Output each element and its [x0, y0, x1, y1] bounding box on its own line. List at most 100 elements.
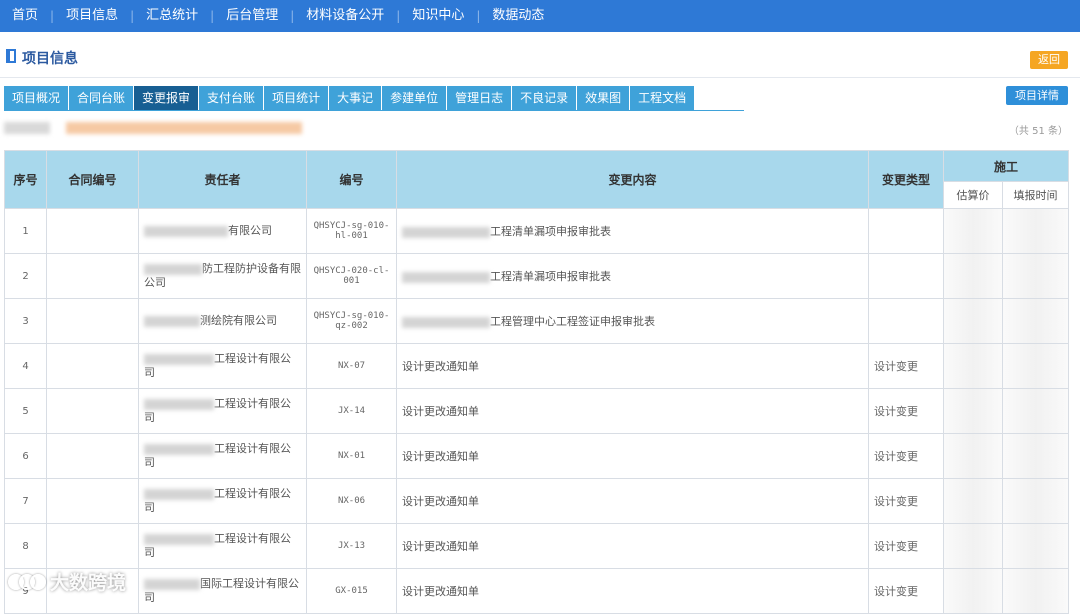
- nav-item-materials[interactable]: 材料设备公开: [294, 0, 396, 32]
- row-change-type: 设计变更: [868, 388, 944, 434]
- tab-renderings[interactable]: 效果图: [577, 86, 631, 110]
- redacted-text: [144, 443, 214, 455]
- header-estimate: 估算价: [943, 181, 1003, 209]
- row-index: 3: [4, 298, 47, 344]
- header-contract-no: 合同编号: [46, 150, 139, 209]
- row-content[interactable]: 设计更改通知单: [396, 433, 869, 479]
- row-estimate: [943, 298, 1003, 344]
- table-row[interactable]: 1 有限公司 QHSYCJ-sg-010-hl-001 工程清单漏项申报审批表: [4, 208, 1070, 254]
- responsible-text: 测绘院有限公司: [200, 314, 277, 327]
- redacted-text: [402, 226, 490, 238]
- row-content[interactable]: 设计更改通知单: [396, 523, 869, 569]
- change-review-table: 序号 合同编号 责任者 编号 变更内容 变更类型 施工 估算价 填报时间 1 有…: [4, 150, 1070, 614]
- row-fill-time: [1001, 568, 1070, 614]
- row-change-type: [868, 253, 944, 299]
- row-estimate: [943, 343, 1003, 389]
- tab-documents[interactable]: 工程文档: [630, 86, 696, 110]
- row-index: 1: [4, 208, 47, 254]
- tab-change-review[interactable]: 变更报审: [134, 86, 200, 110]
- tab-overview[interactable]: 项目概况: [4, 86, 70, 110]
- row-contract-no: [46, 388, 139, 434]
- watermark-text: 大数跨境: [50, 571, 127, 594]
- row-content[interactable]: 设计更改通知单: [396, 478, 869, 524]
- page-header: 项目信息 返回: [0, 40, 1080, 74]
- row-code: JX-13: [306, 523, 397, 569]
- nav-item-data-news[interactable]: 数据动态: [480, 0, 556, 32]
- row-estimate: [943, 388, 1003, 434]
- row-responsible: 工程设计有限公司: [138, 388, 307, 434]
- nav-item-admin[interactable]: 后台管理: [214, 0, 290, 32]
- row-estimate: [943, 433, 1003, 479]
- redacted-text: [144, 225, 228, 237]
- nav-item-summary-stats[interactable]: 汇总统计: [134, 0, 210, 32]
- row-change-type: 设计变更: [868, 478, 944, 524]
- row-code: NX-07: [306, 343, 397, 389]
- tab-contract-ledger[interactable]: 合同台账: [69, 86, 135, 110]
- row-index: 2: [4, 253, 47, 299]
- project-detail-button[interactable]: 项目详情: [1006, 86, 1068, 105]
- row-code: JX-14: [306, 388, 397, 434]
- row-change-type: 设计变更: [868, 343, 944, 389]
- nav-item-knowledge[interactable]: 知识中心: [400, 0, 476, 32]
- tab-project-stats[interactable]: 项目统计: [264, 86, 330, 110]
- tab-bad-records[interactable]: 不良记录: [512, 86, 578, 110]
- row-contract-no: [46, 208, 139, 254]
- row-fill-time: [1001, 298, 1070, 344]
- redacted-text: [144, 533, 214, 545]
- tab-participants[interactable]: 参建单位: [382, 86, 448, 110]
- tab-bar: 项目概况 合同台账 变更报审 支付台账 项目统计 大事记 参建单位 管理日志 不…: [4, 86, 696, 110]
- row-responsible: 有限公司: [138, 208, 307, 254]
- row-change-type: 设计变更: [868, 568, 944, 614]
- row-change-type: [868, 208, 944, 254]
- header-change-content: 变更内容: [396, 150, 869, 209]
- row-content[interactable]: 工程清单漏项申报审批表: [396, 208, 869, 254]
- row-estimate: [943, 253, 1003, 299]
- tab-underline: [4, 110, 744, 111]
- row-responsible: 工程设计有限公司: [138, 523, 307, 569]
- row-responsible: 工程设计有限公司: [138, 433, 307, 479]
- redacted-text: [4, 121, 50, 134]
- watermark: 大数跨境: [8, 566, 126, 596]
- row-content[interactable]: 工程清单漏项申报审批表: [396, 253, 869, 299]
- header-fill-time: 填报时间: [1001, 181, 1070, 209]
- content-text: 工程清单漏项申报审批表: [490, 225, 611, 238]
- row-code: QHSYCJ-020-cl-001: [306, 253, 397, 299]
- row-responsible: 工程设计有限公司: [138, 343, 307, 389]
- row-content[interactable]: 设计更改通知单: [396, 388, 869, 434]
- table-row[interactable]: 7 工程设计有限公司 NX-06 设计更改通知单 设计变更: [4, 478, 1070, 524]
- row-responsible: 工程设计有限公司: [138, 478, 307, 524]
- table-row[interactable]: 8 工程设计有限公司 JX-13 设计更改通知单 设计变更: [4, 523, 1070, 569]
- row-index: 6: [4, 433, 47, 479]
- tab-milestones[interactable]: 大事记: [329, 86, 383, 110]
- row-content[interactable]: 工程管理中心工程签证申报审批表: [396, 298, 869, 344]
- row-content[interactable]: 设计更改通知单: [396, 568, 869, 614]
- row-fill-time: [1001, 343, 1070, 389]
- row-content[interactable]: 设计更改通知单: [396, 343, 869, 389]
- table-row[interactable]: 2 防工程防护设备有限公司 QHSYCJ-020-cl-001 工程清单漏项申报…: [4, 253, 1070, 299]
- row-estimate: [943, 523, 1003, 569]
- book-icon: [6, 49, 16, 63]
- nav-item-project-info[interactable]: 项目信息: [54, 0, 130, 32]
- redacted-text: [144, 578, 200, 590]
- top-nav: 首页 | 项目信息 | 汇总统计 | 后台管理 | 材料设备公开 | 知识中心 …: [0, 0, 1080, 32]
- redacted-text: [144, 315, 200, 327]
- tab-management-log[interactable]: 管理日志: [447, 86, 513, 110]
- nav-item-home[interactable]: 首页: [0, 0, 50, 32]
- row-contract-no: [46, 523, 139, 569]
- project-name-redacted: [4, 120, 304, 136]
- row-code: QHSYCJ-sg-010-qz-002: [306, 298, 397, 344]
- content-text: 工程清单漏项申报审批表: [490, 270, 611, 283]
- back-button[interactable]: 返回: [1030, 51, 1068, 69]
- table-row[interactable]: 5 工程设计有限公司 JX-14 设计更改通知单 设计变更: [4, 388, 1070, 434]
- tab-payment-ledger[interactable]: 支付台账: [199, 86, 265, 110]
- table-row[interactable]: 6 工程设计有限公司 NX-01 设计更改通知单 设计变更: [4, 433, 1070, 479]
- row-code: NX-01: [306, 433, 397, 479]
- watermark-logo: [8, 570, 46, 592]
- table-row[interactable]: 3 测绘院有限公司 QHSYCJ-sg-010-qz-002 工程管理中心工程签…: [4, 298, 1070, 344]
- table-row[interactable]: 9 国际工程设计有限公司 GX-015 设计更改通知单 设计变更: [4, 568, 1070, 614]
- row-change-type: 设计变更: [868, 523, 944, 569]
- header-divider: [0, 77, 1080, 78]
- redacted-text: [65, 121, 302, 134]
- row-fill-time: [1001, 478, 1070, 524]
- table-row[interactable]: 4 工程设计有限公司 NX-07 设计更改通知单 设计变更: [4, 343, 1070, 389]
